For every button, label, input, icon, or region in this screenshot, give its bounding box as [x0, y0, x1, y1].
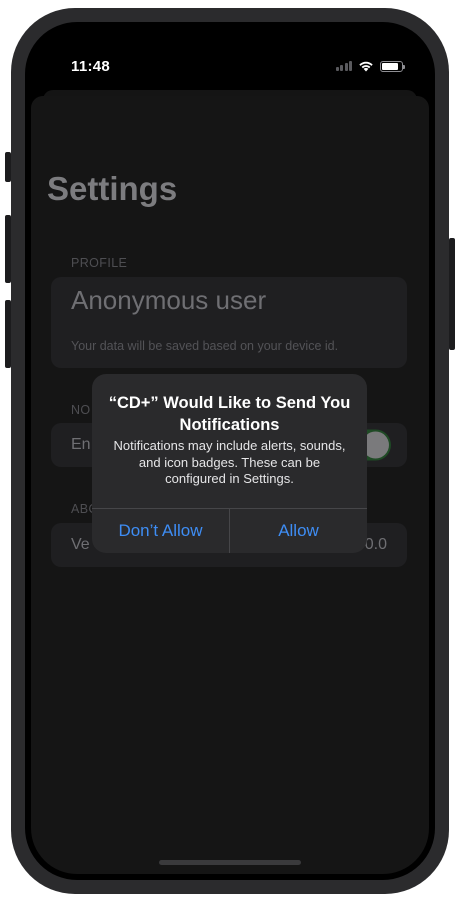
cellular-signal-icon — [335, 61, 352, 71]
notification-permission-alert: “CD+” Would Like to Send You Notificatio… — [92, 374, 367, 553]
alert-message: Notifications may include alerts, sounds… — [113, 438, 346, 486]
profile-name: Anonymous user — [71, 285, 267, 315]
notifications-row-label: En — [71, 436, 91, 453]
device-frame: 11:48 Settings PROFILE Anonymous user Yo… — [11, 8, 449, 894]
status-icons — [335, 60, 405, 72]
dont-allow-button[interactable]: Don’t Allow — [92, 509, 229, 553]
home-indicator[interactable] — [159, 860, 301, 865]
screen: 11:48 Settings PROFILE Anonymous user Yo… — [31, 28, 429, 874]
battery-level — [382, 62, 399, 70]
section-header-profile: PROFILE — [71, 256, 128, 270]
status-time: 11:48 — [71, 58, 111, 75]
battery-icon — [380, 60, 405, 72]
version-value: 0.0 — [364, 536, 387, 553]
version-row-label: Ve — [71, 536, 90, 553]
power-button — [449, 238, 455, 350]
device-bezel: 11:48 Settings PROFILE Anonymous user Yo… — [25, 22, 435, 880]
phone-mockup: 11:48 Settings PROFILE Anonymous user Yo… — [0, 0, 460, 900]
profile-card: Anonymous user Your data will be saved b… — [51, 277, 407, 368]
section-header-notifications: NO — [71, 403, 91, 417]
wifi-icon — [359, 61, 373, 72]
page-title: Settings — [47, 170, 178, 207]
alert-title: “CD+” Would Like to Send You Notificatio… — [108, 394, 351, 434]
allow-button[interactable]: Allow — [230, 509, 367, 553]
profile-note: Your data will be saved based on your de… — [71, 339, 339, 353]
